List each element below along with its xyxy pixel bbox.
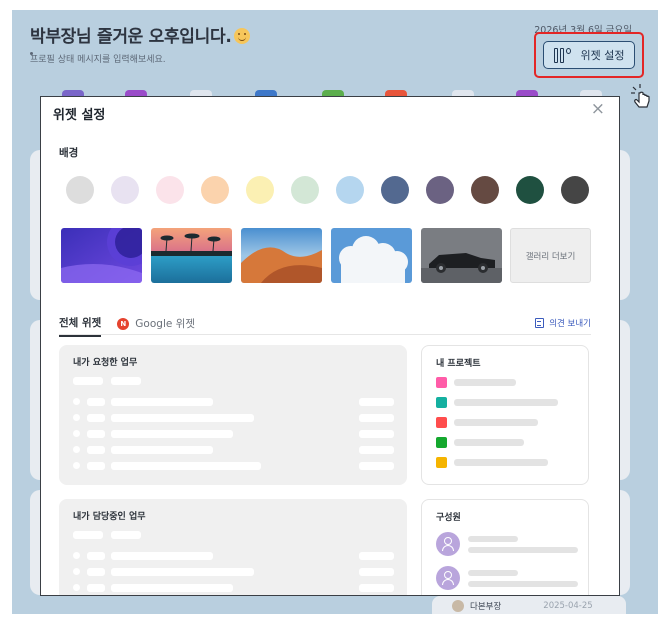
project-name-placeholder	[454, 399, 558, 406]
modal-title: 위젯 설정	[53, 108, 106, 123]
background-color-swatch[interactable]	[201, 176, 229, 204]
background-thumbnail-clouds[interactable]	[331, 228, 412, 283]
widget-title: 내 프로젝트	[436, 359, 481, 369]
background-user-row: 다본부장 2025-04-25	[452, 600, 593, 612]
member-avatar-icon	[436, 566, 460, 590]
widget-members[interactable]: 구성원	[421, 499, 589, 595]
tab-divider	[59, 334, 591, 335]
widget-title: 내가 요청한 업무	[73, 358, 138, 368]
widget-requested-tasks[interactable]: 내가 요청한 업무	[59, 345, 407, 485]
smile-emoji-icon	[234, 28, 251, 44]
background-color-swatch[interactable]	[381, 176, 409, 204]
background-color-swatch[interactable]	[516, 176, 544, 204]
project-color-marker	[436, 437, 447, 448]
new-badge: N	[117, 317, 130, 330]
gallery-more-button[interactable]: 갤러리 더보기	[510, 228, 591, 283]
widget-settings-modal: 위젯 설정 × 배경 갤러리 더보기 전체 위젯 N Google 위젯 의견 …	[40, 96, 620, 596]
background-thumbnail-abstract[interactable]	[61, 228, 142, 283]
tab-google-widgets[interactable]: N Google 위젯	[117, 316, 195, 336]
project-name-placeholder	[454, 459, 548, 466]
background-thumbnail-palm-beach[interactable]	[151, 228, 232, 283]
avatar	[452, 600, 464, 612]
background-color-swatch[interactable]	[561, 176, 589, 204]
widget-my-projects[interactable]: 내 프로젝트	[421, 345, 589, 485]
palm-beach-image	[151, 228, 232, 283]
widget-assigned-tasks[interactable]: 내가 담당중인 업무	[59, 499, 407, 595]
background-color-swatch[interactable]	[471, 176, 499, 204]
widget-title: 구성원	[436, 513, 461, 523]
project-name-placeholder	[454, 379, 516, 386]
close-icon[interactable]: ×	[591, 101, 605, 118]
background-color-swatch[interactable]	[111, 176, 139, 204]
project-color-marker	[436, 457, 447, 468]
profile-status-input[interactable]: 프로필 상태 메시지를 입력해보세요.	[30, 52, 166, 65]
send-feedback-link[interactable]: 의견 보내기	[535, 317, 591, 329]
background-color-swatch[interactable]	[291, 176, 319, 204]
project-name-placeholder	[454, 419, 538, 426]
greeting-text: 박부장님 즐거운 오후입니다.	[30, 22, 251, 47]
background-color-swatch[interactable]	[246, 176, 274, 204]
classic-car-image	[421, 228, 502, 283]
project-name-placeholder	[454, 439, 524, 446]
background-thumbnail-car[interactable]	[421, 228, 502, 283]
desert-dunes-image	[241, 228, 322, 283]
widget-layout-icon	[553, 47, 571, 63]
background-color-swatch[interactable]	[426, 176, 454, 204]
feedback-icon	[535, 318, 545, 328]
settings-highlight-box: 위젯 설정	[534, 32, 644, 78]
abstract-purple-image	[61, 228, 142, 283]
project-color-marker	[436, 377, 447, 388]
project-color-marker	[436, 397, 447, 408]
background-thumbnail-desert[interactable]	[241, 228, 322, 283]
widget-title: 내가 담당중인 업무	[73, 512, 146, 522]
background-section-title: 배경	[59, 147, 79, 159]
clouds-image	[331, 228, 412, 283]
project-color-marker	[436, 417, 447, 428]
background-color-swatch[interactable]	[156, 176, 184, 204]
widget-settings-button[interactable]: 위젯 설정	[543, 41, 635, 69]
background-color-swatch[interactable]	[336, 176, 364, 204]
member-avatar-icon	[436, 532, 460, 556]
background-color-swatch[interactable]	[66, 176, 94, 204]
